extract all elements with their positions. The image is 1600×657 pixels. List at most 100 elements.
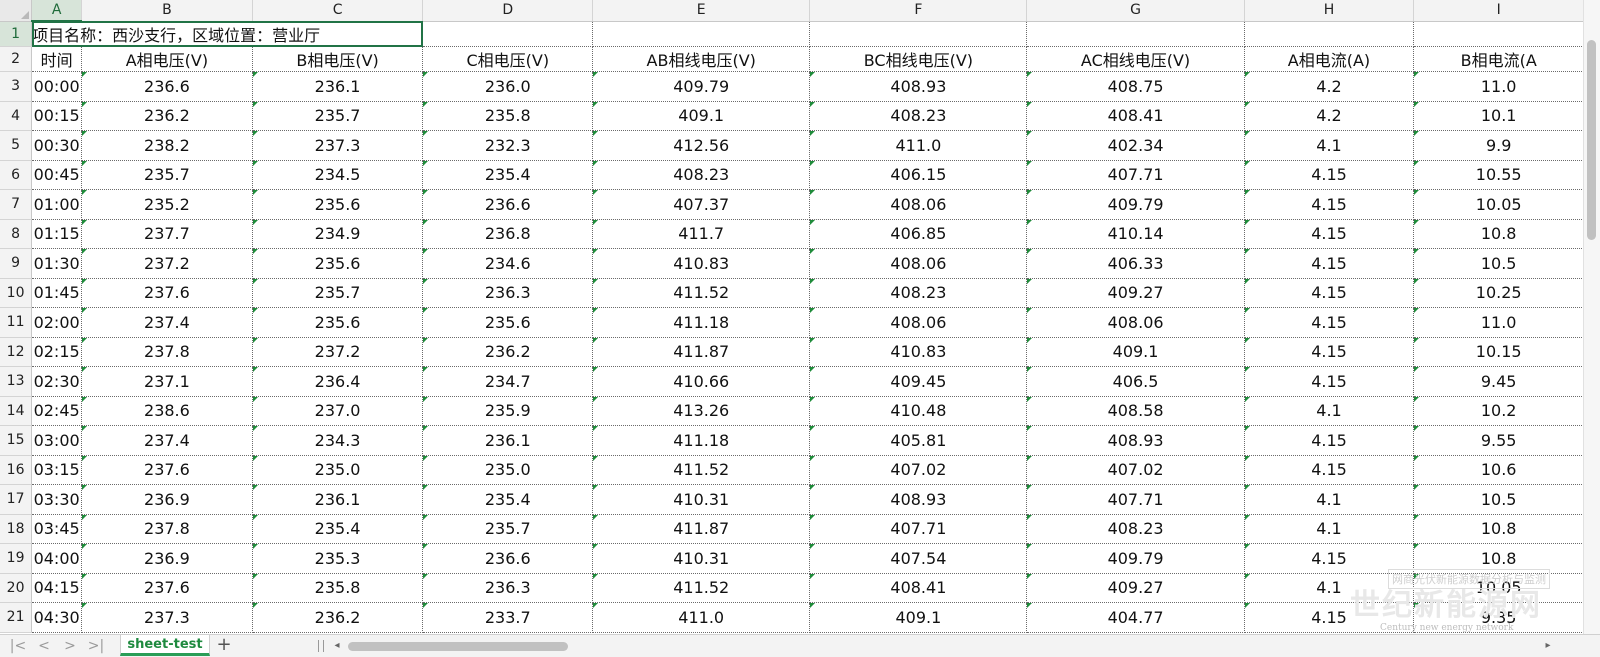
value-cell[interactable]: 235.4 [252, 514, 424, 544]
empty-cell[interactable] [422, 21, 594, 47]
value-cell[interactable]: 237.4 [81, 425, 253, 456]
value-cell[interactable]: 237.2 [81, 248, 253, 279]
value-cell[interactable]: 235.3 [252, 543, 424, 574]
row-header[interactable]: 9 [0, 248, 33, 279]
time-cell[interactable]: 01:15 [31, 219, 83, 249]
value-cell[interactable]: 4.15 [1244, 455, 1415, 485]
value-cell[interactable]: 412.56 [592, 130, 811, 161]
column-header-i[interactable]: I [1413, 0, 1584, 22]
last-sheet-icon[interactable]: >| [86, 637, 106, 655]
value-cell[interactable]: 410.14 [1026, 219, 1245, 249]
row-header[interactable]: 21 [0, 602, 33, 633]
column-label-cell[interactable]: B相电流(A [1413, 46, 1584, 72]
value-cell[interactable]: 10.05 [1413, 573, 1584, 603]
value-cell[interactable]: 234.5 [252, 160, 424, 190]
value-cell[interactable]: 236.8 [422, 219, 594, 249]
empty-cell[interactable] [809, 21, 1028, 47]
time-cell[interactable]: 03:45 [31, 514, 83, 544]
value-cell[interactable]: 4.15 [1244, 189, 1415, 220]
row-header[interactable]: 17 [0, 484, 33, 515]
value-cell[interactable]: 413.26 [592, 396, 811, 426]
row-header[interactable]: 13 [0, 366, 33, 397]
time-cell[interactable]: 02:45 [31, 396, 83, 426]
row-header[interactable]: 14 [0, 396, 33, 426]
value-cell[interactable]: 408.23 [592, 160, 811, 190]
value-cell[interactable]: 237.4 [81, 307, 253, 338]
row-header[interactable]: 11 [0, 307, 33, 338]
column-label-cell[interactable]: C相电压(V) [422, 46, 594, 72]
value-cell[interactable]: 10.1 [1413, 101, 1584, 131]
value-cell[interactable]: 237.3 [81, 602, 253, 633]
scroll-left-arrow-icon[interactable]: ◂ [330, 638, 344, 654]
column-header-h[interactable]: H [1244, 0, 1415, 22]
value-cell[interactable]: 10.8 [1413, 514, 1584, 544]
value-cell[interactable]: 236.0 [422, 71, 594, 102]
value-cell[interactable]: 406.5 [1026, 366, 1245, 397]
value-cell[interactable]: 408.23 [809, 101, 1028, 131]
empty-cell[interactable] [1026, 21, 1245, 47]
value-cell[interactable]: 408.41 [809, 573, 1028, 603]
value-cell[interactable]: 237.3 [252, 130, 424, 161]
vertical-scrollbar[interactable] [1583, 0, 1600, 634]
value-cell[interactable]: 4.2 [1244, 71, 1415, 102]
row-header[interactable]: 12 [0, 337, 33, 367]
value-cell[interactable]: 407.02 [1026, 455, 1245, 485]
value-cell[interactable]: 409.1 [1026, 337, 1245, 367]
value-cell[interactable]: 234.6 [422, 248, 594, 279]
value-cell[interactable]: 410.31 [592, 543, 811, 574]
value-cell[interactable]: 409.79 [592, 71, 811, 102]
value-cell[interactable]: 11.0 [1413, 307, 1584, 338]
value-cell[interactable]: 236.1 [252, 71, 424, 102]
row-header[interactable]: 10 [0, 278, 33, 308]
value-cell[interactable]: 235.9 [422, 396, 594, 426]
value-cell[interactable]: 410.83 [809, 337, 1028, 367]
column-label-cell[interactable]: AC相线电压(V) [1026, 46, 1245, 72]
value-cell[interactable]: 235.6 [422, 307, 594, 338]
value-cell[interactable]: 4.15 [1244, 425, 1415, 456]
scroll-up-arrow-icon[interactable] [1584, 0, 1600, 20]
value-cell[interactable]: 405.81 [809, 425, 1028, 456]
vertical-scroll-thumb[interactable] [1587, 40, 1596, 240]
value-cell[interactable]: 406.85 [809, 219, 1028, 249]
value-cell[interactable]: 408.06 [809, 248, 1028, 279]
value-cell[interactable]: 237.8 [81, 337, 253, 367]
empty-cell[interactable] [592, 21, 811, 47]
tab-split-handle[interactable] [318, 640, 324, 652]
row-header[interactable]: 8 [0, 219, 33, 249]
column-header-c[interactable]: C [252, 0, 424, 22]
value-cell[interactable]: 234.7 [422, 366, 594, 397]
value-cell[interactable]: 237.0 [252, 396, 424, 426]
row-header[interactable]: 19 [0, 543, 33, 574]
value-cell[interactable]: 408.58 [1026, 396, 1245, 426]
value-cell[interactable]: 409.27 [1026, 573, 1245, 603]
value-cell[interactable]: 406.33 [1026, 248, 1245, 279]
value-cell[interactable]: 235.7 [81, 160, 253, 190]
value-cell[interactable]: 4.1 [1244, 573, 1415, 603]
value-cell[interactable]: 235.0 [252, 455, 424, 485]
value-cell[interactable]: 407.54 [809, 543, 1028, 574]
value-cell[interactable]: 410.83 [592, 248, 811, 279]
value-cell[interactable]: 236.6 [422, 189, 594, 220]
time-cell[interactable]: 01:30 [31, 248, 83, 279]
value-cell[interactable]: 411.18 [592, 307, 811, 338]
value-cell[interactable]: 410.48 [809, 396, 1028, 426]
row-header[interactable]: 15 [0, 425, 33, 456]
value-cell[interactable]: 236.3 [422, 278, 594, 308]
value-cell[interactable]: 236.4 [252, 366, 424, 397]
value-cell[interactable]: 238.6 [81, 396, 253, 426]
next-sheet-icon[interactable]: > [60, 637, 80, 655]
value-cell[interactable]: 235.7 [422, 514, 594, 544]
value-cell[interactable]: 10.25 [1413, 278, 1584, 308]
value-cell[interactable]: 10.6 [1413, 455, 1584, 485]
value-cell[interactable]: 407.71 [809, 514, 1028, 544]
column-label-cell[interactable]: 时间 [31, 46, 83, 72]
value-cell[interactable]: 4.15 [1244, 337, 1415, 367]
value-cell[interactable]: 402.34 [1026, 130, 1245, 161]
value-cell[interactable]: 236.9 [81, 484, 253, 515]
column-label-cell[interactable]: B相电压(V) [252, 46, 424, 72]
value-cell[interactable]: 409.1 [809, 602, 1028, 633]
value-cell[interactable]: 238.2 [81, 130, 253, 161]
value-cell[interactable]: 235.6 [252, 307, 424, 338]
row-header[interactable]: 3 [0, 71, 33, 102]
value-cell[interactable]: 4.15 [1244, 366, 1415, 397]
